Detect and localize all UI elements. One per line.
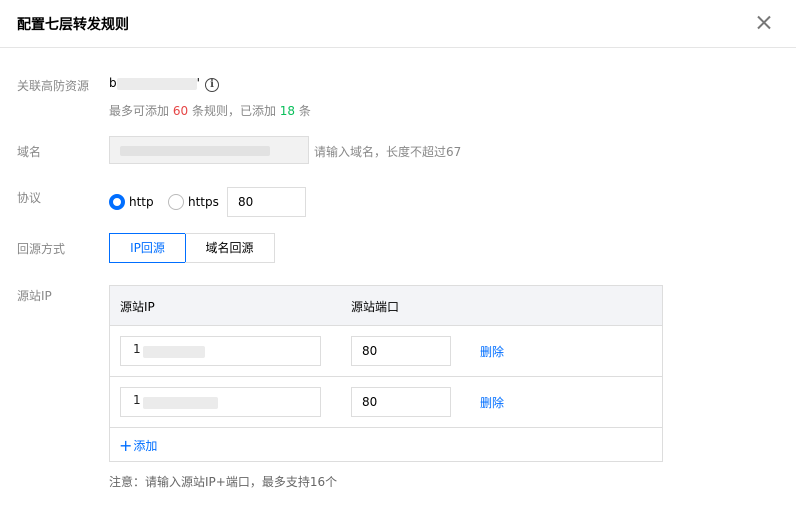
origin-mode-label: 回源方式 (17, 242, 66, 256)
protocol-port-input[interactable]: 80 (227, 187, 306, 217)
origin-port-input[interactable]: 80 (351, 387, 451, 417)
redacted-domain (120, 146, 270, 156)
table-row: 1 80 删除 (110, 377, 662, 428)
domain-hint: 请输入域名，长度不超过67 (314, 145, 462, 159)
add-origin-button[interactable]: +添加 (119, 436, 157, 455)
origin-ip-input[interactable]: 1 (120, 387, 321, 417)
resource-value: b ' (109, 76, 200, 90)
delete-row-button[interactable]: 删除 (480, 394, 504, 411)
origin-ip-label: 源站IP (17, 289, 52, 303)
info-icon[interactable]: i (205, 78, 219, 92)
quota-suffix: 条 (298, 104, 311, 118)
domain-label: 域名 (17, 145, 42, 159)
radio-https[interactable] (168, 194, 184, 210)
ip-prefix: 1 (133, 342, 141, 356)
max-rules-count: 60 (172, 104, 189, 118)
table-header: 源站IP 源站端口 (110, 286, 662, 326)
radio-http[interactable] (109, 194, 125, 210)
table-row: 1 80 删除 (110, 326, 662, 377)
delete-row-button[interactable]: 删除 (480, 343, 504, 360)
resource-label: 关联高防资源 (17, 79, 90, 93)
ip-prefix: 1 (133, 393, 141, 407)
origin-ip-note: 注意：请输入源站IP+端口，最多支持16个 (109, 475, 338, 489)
column-origin-port: 源站端口 (351, 300, 400, 314)
resource-value-suffix: ' (196, 76, 200, 90)
plus-icon: + (119, 436, 133, 455)
origin-ip-table: 源站IP 源站端口 1 80 删除 1 80 删除 +添加 (109, 285, 663, 462)
quota-mid: 条规则，已添加 (191, 104, 276, 118)
added-rules-count: 18 (279, 104, 296, 118)
radio-https-label[interactable]: https (188, 195, 219, 209)
origin-port-input[interactable]: 80 (351, 336, 451, 366)
close-icon[interactable] (753, 12, 775, 34)
rule-quota: 最多可添加 60 条规则，已添加 18 条 (109, 102, 311, 119)
origin-ip-input[interactable]: 1 (120, 336, 321, 366)
redacted-ip (143, 346, 205, 358)
quota-prefix: 最多可添加 (109, 104, 170, 118)
dialog-header: 配置七层转发规则 (0, 0, 796, 48)
add-origin-label[interactable]: 添加 (133, 439, 157, 453)
redacted-ip (143, 397, 218, 409)
redacted-resource (116, 77, 197, 90)
column-origin-ip: 源站IP (120, 300, 155, 314)
domain-input[interactable] (109, 136, 309, 164)
dialog-title: 配置七层转发规则 (17, 17, 129, 33)
radio-http-label[interactable]: http (129, 195, 154, 209)
protocol-label: 协议 (17, 191, 42, 205)
origin-mode-ip-button[interactable]: IP回源 (109, 233, 186, 263)
resource-value-prefix: b (109, 76, 117, 90)
origin-mode-domain-button[interactable]: 域名回源 (185, 233, 275, 263)
